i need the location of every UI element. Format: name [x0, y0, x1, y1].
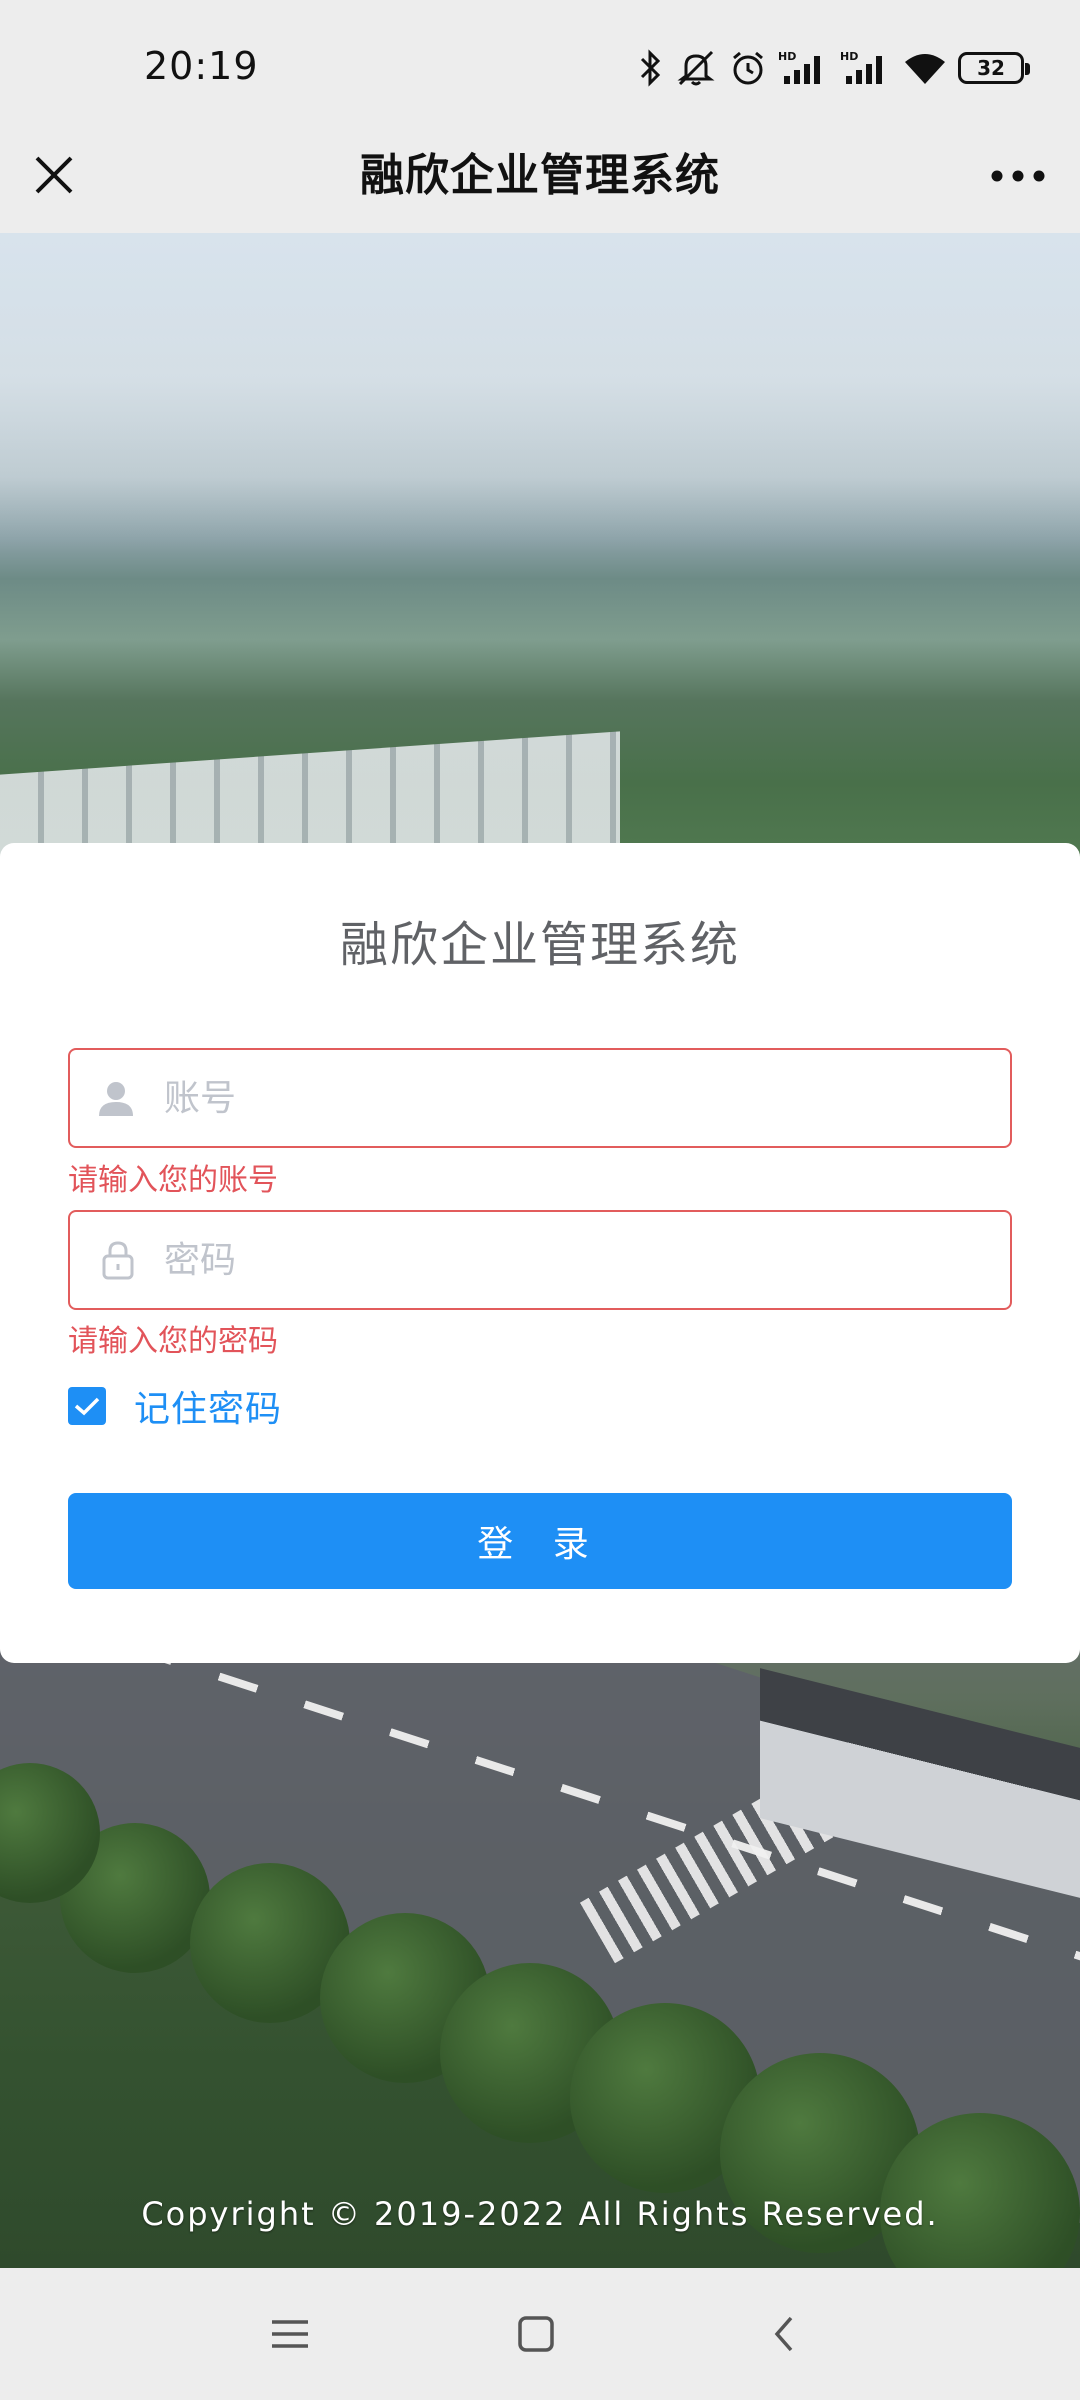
alarm-icon — [728, 48, 768, 88]
svg-text:HD: HD — [840, 50, 858, 63]
menu-button[interactable] — [258, 2304, 322, 2368]
wifi-icon — [902, 48, 948, 88]
remember-password-label: 记住密码 — [134, 1389, 283, 1430]
battery-level: 32 — [977, 56, 1005, 80]
svg-text:HD: HD — [778, 50, 796, 63]
page-title: 融欣企业管理系统 — [360, 150, 720, 201]
mute-icon — [674, 48, 718, 88]
password-error: 请输入您的密码 — [68, 1324, 278, 1359]
hd-signal-icon: HD — [778, 48, 830, 88]
account-field[interactable] — [68, 1048, 1012, 1148]
copyright-text: Copyright © 2019-2022 All Rights Reserve… — [141, 2195, 939, 2233]
system-nav-bar — [0, 2268, 1080, 2400]
login-button[interactable]: 登 录 — [68, 1493, 1012, 1589]
title-bar: 融欣企业管理系统 — [0, 135, 1080, 233]
password-input[interactable] — [142, 1212, 1010, 1308]
hd-signal-icon: HD — [840, 48, 892, 88]
bluetooth-icon — [636, 48, 664, 88]
remember-password-checkbox[interactable]: 记住密码 — [68, 1380, 282, 1432]
login-title: 融欣企业管理系统 — [339, 917, 740, 973]
user-icon — [70, 1050, 142, 1146]
status-bar: 20:19 HD HD 32 — [0, 0, 1080, 135]
login-card: 融欣企业管理系统 请输入您的账号 请输入您的密码 记住密码 登 录 — [0, 843, 1080, 1663]
back-icon — [769, 2314, 799, 2358]
account-error: 请输入您的账号 — [68, 1163, 278, 1198]
menu-icon — [268, 2314, 312, 2358]
status-time: 20:19 — [144, 44, 259, 88]
more-button[interactable] — [982, 145, 1054, 209]
home-icon — [516, 2314, 556, 2358]
back-button[interactable] — [752, 2304, 816, 2368]
status-icons: HD HD 32 — [636, 44, 1030, 92]
battery-icon: 32 — [958, 52, 1030, 84]
account-input[interactable] — [142, 1050, 1010, 1146]
lock-icon — [70, 1212, 142, 1308]
password-field[interactable] — [68, 1210, 1012, 1310]
home-button[interactable] — [504, 2304, 568, 2368]
sky-haze — [0, 233, 1080, 553]
checkbox-icon[interactable] — [68, 1387, 106, 1425]
more-icon — [990, 168, 1046, 187]
